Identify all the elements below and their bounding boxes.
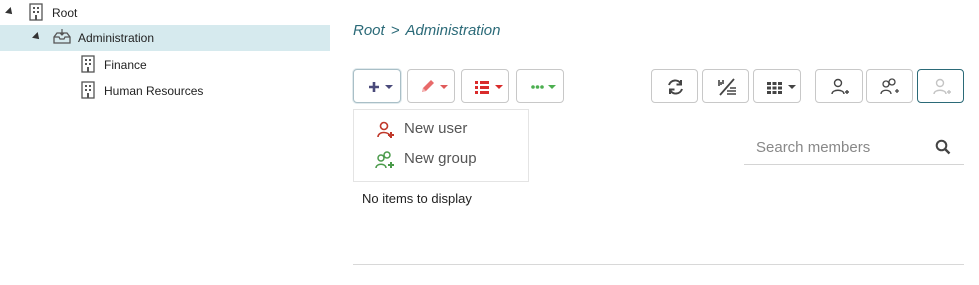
breadcrumb-root-link[interactable]: Root [353, 22, 385, 39]
add-member-button[interactable] [917, 69, 964, 103]
tree-item-label: Administration [78, 31, 155, 45]
tree-item-human-resources[interactable]: Human Resources [0, 78, 330, 104]
add-dropdown-button[interactable] [353, 69, 401, 103]
pencil-icon [422, 80, 434, 92]
breadcrumb-current: Administration [405, 22, 501, 39]
building-icon [29, 3, 43, 21]
edit-dropdown-button[interactable] [407, 69, 455, 103]
refresh-button[interactable] [651, 69, 698, 103]
user-plus-disabled-icon [933, 78, 951, 95]
breadcrumb: Root > Administration [353, 22, 501, 39]
group-plus-icon [880, 78, 899, 95]
content-divider [353, 264, 964, 265]
refresh-icon [668, 79, 683, 95]
tree-item-label: Root [52, 6, 78, 20]
organization-tree: Root Administration Finance Human Resour… [0, 0, 330, 285]
more-dropdown-button[interactable] [516, 69, 564, 103]
empty-state-text: No items to display [362, 191, 472, 206]
user-plus-icon [831, 78, 849, 95]
add-dropdown-menu: New user New group [353, 109, 529, 182]
caret-down-icon [385, 85, 393, 89]
percent-filter-icon [718, 78, 736, 96]
search-box [744, 131, 964, 165]
columns-dropdown-button[interactable] [753, 69, 801, 103]
building-icon [81, 81, 95, 99]
add-user-button[interactable] [815, 69, 863, 103]
caret-down-icon [440, 85, 448, 89]
plus-icon [369, 82, 379, 92]
breadcrumb-separator: > [390, 22, 400, 39]
ellipsis-icon [531, 85, 544, 89]
menu-item-label: New user [404, 120, 468, 137]
inbox-tray-icon [53, 29, 71, 44]
tree-item-label: Finance [104, 58, 147, 72]
menu-item-new-user[interactable]: New user [354, 114, 528, 144]
new-user-icon [377, 121, 394, 138]
tree-item-label: Human Resources [104, 84, 204, 98]
tree-item-root[interactable]: Root [0, 0, 330, 26]
search-icon[interactable] [935, 139, 951, 155]
menu-item-new-group[interactable]: New group [354, 144, 528, 174]
tree-item-administration[interactable]: Administration [0, 25, 330, 51]
caret-down-icon [788, 85, 796, 89]
add-group-button[interactable] [866, 69, 913, 103]
new-group-icon [375, 151, 394, 169]
expand-toggle-icon[interactable] [5, 7, 15, 17]
search-members-input[interactable] [756, 137, 926, 157]
expand-toggle-icon[interactable] [32, 32, 42, 42]
list-dropdown-button[interactable] [461, 69, 509, 103]
building-icon [81, 55, 95, 73]
filter-button[interactable] [702, 69, 749, 103]
menu-item-label: New group [404, 150, 477, 167]
tree-item-finance[interactable]: Finance [0, 52, 330, 78]
caret-down-icon [495, 85, 503, 89]
caret-down-icon [548, 85, 556, 89]
